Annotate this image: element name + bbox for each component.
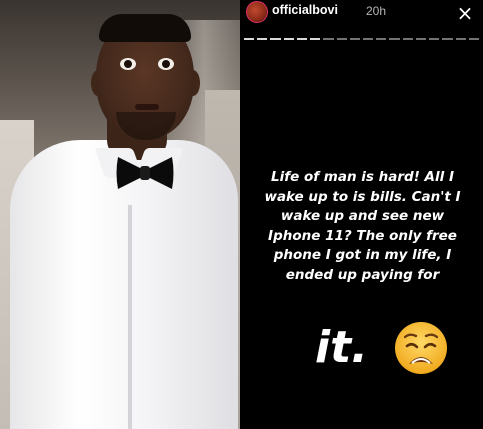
story-panel[interactable]: officialbovi 20h × Life of man is hard! … (240, 0, 483, 429)
progress-segment (244, 38, 255, 40)
mouth (135, 104, 159, 110)
progress-segment (415, 38, 427, 40)
timestamp: 20h (366, 4, 387, 18)
eye-right (158, 58, 174, 70)
username[interactable]: officialbovi (272, 3, 338, 17)
progress-segment (362, 38, 374, 40)
hair (99, 14, 191, 42)
progress-segment (376, 38, 387, 40)
progress-segment (323, 38, 334, 40)
progress-segment (468, 38, 479, 40)
avatar[interactable] (246, 1, 268, 23)
shirt-placket (128, 205, 132, 429)
bowtie-icon (116, 157, 174, 189)
progress-segment (270, 38, 281, 40)
story-header: officialbovi 20h × (240, 0, 483, 30)
story-big-word: it. (315, 322, 368, 373)
progress-segment (283, 38, 294, 40)
progress-segment (402, 38, 413, 40)
progress-segment (336, 38, 347, 40)
progress-segment (429, 38, 440, 40)
progress-segment (310, 38, 321, 40)
weary-face-icon (395, 322, 447, 374)
progress-segment (389, 38, 400, 40)
progress-segment (442, 38, 453, 40)
progress-segment (257, 38, 268, 40)
progress-segment (296, 38, 308, 40)
progress-segment (349, 38, 360, 40)
eye-left (120, 58, 136, 70)
profile-photo (0, 0, 240, 429)
progress-segment (455, 38, 466, 40)
story-caption-ending: it. (260, 318, 465, 388)
story-caption: Life of man is hard! All I wake up to is… (264, 169, 461, 283)
story-progress-bar (244, 38, 479, 40)
close-icon[interactable]: × (454, 2, 476, 24)
